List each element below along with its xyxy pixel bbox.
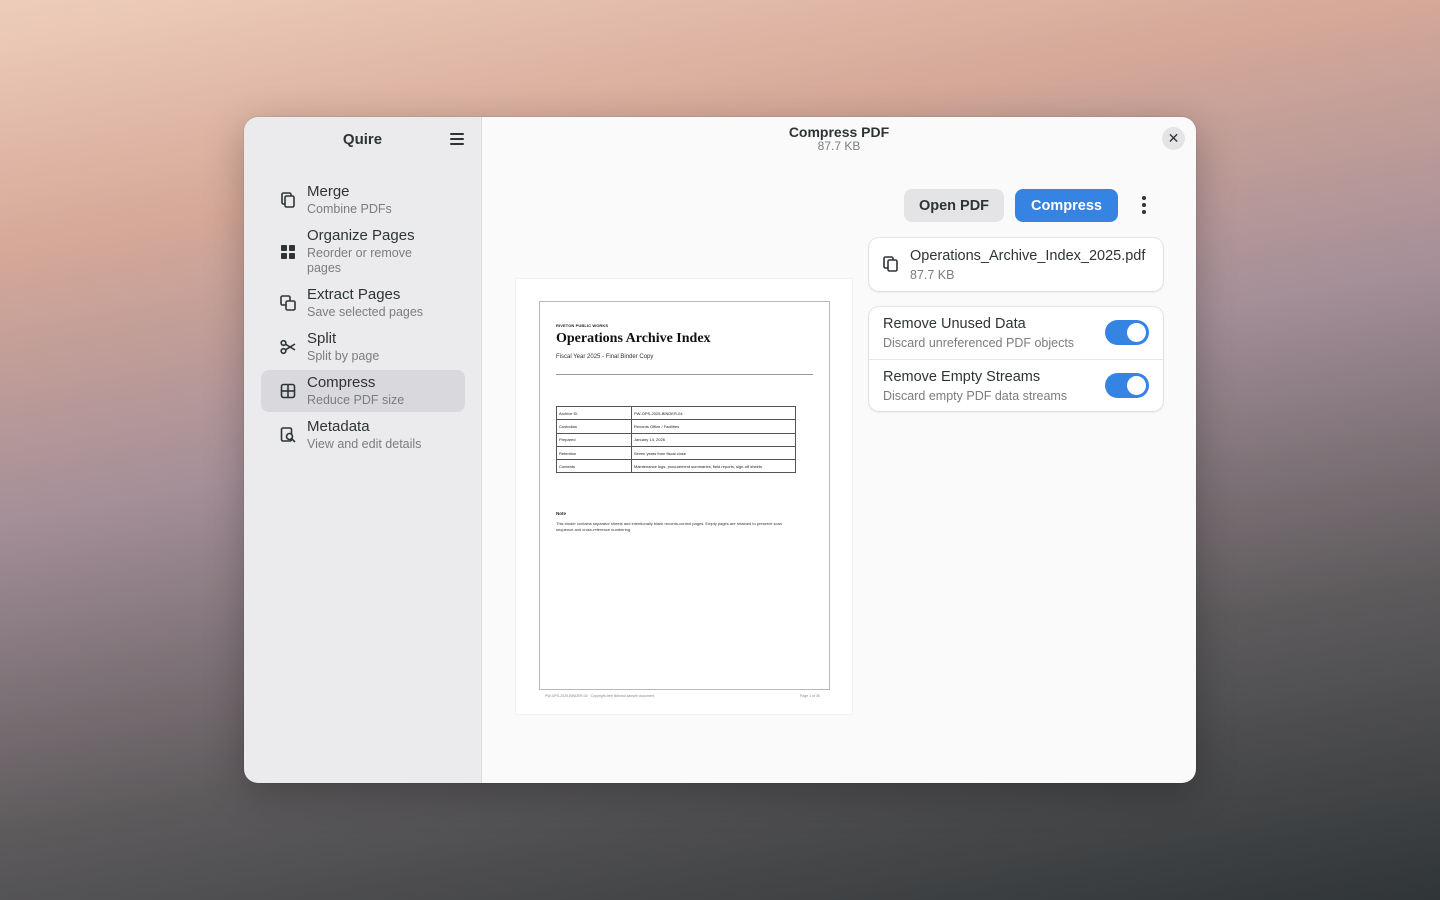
- sidebar-item-subtitle: Combine PDFs: [307, 202, 392, 216]
- options-card: Remove Unused Data Discard unreferenced …: [869, 307, 1163, 411]
- main-content: Compress PDF 87.7 KB ✕ RIVETON PUBLIC WO…: [482, 117, 1196, 783]
- sidebar-item-merge[interactable]: Merge Combine PDFs: [261, 179, 465, 221]
- sidebar-item-compress[interactable]: Compress Reduce PDF size: [261, 370, 465, 412]
- sidebar: Quire Merge Combine PDFs Organize Pages …: [244, 117, 482, 783]
- grid-icon: [281, 244, 295, 259]
- more-options-icon[interactable]: [1132, 193, 1156, 217]
- file-size: 87.7 KB: [910, 268, 955, 282]
- doc-divider: [556, 374, 813, 375]
- doc-title: Operations Archive Index: [556, 331, 711, 346]
- option-title: Remove Empty Streams: [883, 369, 1041, 385]
- toggle-knob: [1127, 323, 1146, 342]
- sidebar-item-title: Extract Pages: [307, 286, 401, 303]
- remove-unused-data-toggle[interactable]: [1105, 320, 1149, 345]
- close-button[interactable]: ✕: [1162, 127, 1185, 150]
- page-title: Compress PDF: [788, 124, 890, 140]
- sidebar-item-extract-pages[interactable]: Extract Pages Save selected pages: [261, 282, 465, 324]
- sidebar-item-subtitle: Split by page: [307, 349, 380, 363]
- extract-icon: [280, 295, 296, 311]
- pdf-preview: RIVETON PUBLIC WORKS Operations Archive …: [516, 279, 852, 714]
- page-subtitle: 87.7 KB: [817, 139, 861, 153]
- remove-empty-streams-toggle[interactable]: [1105, 373, 1149, 398]
- table-row: Contents Maintenance logs, procurement su…: [556, 459, 796, 474]
- merge-icon: [281, 192, 295, 208]
- table-row: Archive ID PW-OPS-2025-BINDER-04: [556, 405, 796, 421]
- table-value: Maintenance logs, procurement summaries,…: [631, 459, 796, 474]
- option-title: Remove Unused Data: [883, 316, 1026, 332]
- option-remove-unused-data: Remove Unused Data Discard unreferenced …: [869, 307, 1163, 359]
- sidebar-item-title: Organize Pages: [307, 227, 415, 244]
- table-key: Prepared: [556, 432, 632, 447]
- option-subtitle: Discard unreferenced PDF objects: [883, 336, 1075, 350]
- sidebar-item-title: Merge: [307, 183, 350, 200]
- table-key: Retention: [556, 445, 632, 461]
- option-subtitle: Discard empty PDF data streams: [883, 389, 1068, 403]
- app-window: Quire Merge Combine PDFs Organize Pages …: [244, 117, 1196, 783]
- sidebar-header: Quire: [244, 117, 481, 161]
- doc-footer-left: PW-OPS-2025-BINDER-04 · Copyright-free f…: [545, 694, 655, 698]
- sidebar-nav: Merge Combine PDFs Organize Pages Reorde…: [261, 179, 465, 458]
- sidebar-item-subtitle: Save selected pages: [307, 305, 424, 319]
- main-menu-icon[interactable]: [447, 129, 467, 149]
- file-card: Operations_Archive_Index_2025.pdf 87.7 K…: [869, 238, 1163, 291]
- table-value: January 14, 2026: [631, 432, 796, 447]
- doc-subtitle: Fiscal Year 2025 - Final Binder Copy: [556, 354, 654, 360]
- doc-footer-right: Page 1 of 36: [800, 694, 820, 698]
- table-value: PW-OPS-2025-BINDER-04: [631, 405, 796, 421]
- table-key: Contents: [556, 459, 632, 474]
- sidebar-item-subtitle: View and edit details: [307, 437, 422, 451]
- table-value: Seven years from fiscal close: [631, 445, 796, 461]
- table-row: Retention Seven years from fiscal close: [556, 445, 796, 461]
- metadata-icon: [280, 427, 296, 443]
- option-remove-empty-streams: Remove Empty Streams Discard empty PDF d…: [869, 359, 1163, 411]
- sidebar-item-organize-pages[interactable]: Organize Pages Reorder or remove pages: [261, 223, 465, 280]
- table-row: Prepared January 14, 2026: [556, 432, 796, 447]
- sidebar-item-subtitle: Reorder or remove pages: [307, 246, 412, 275]
- doc-organization: RIVETON PUBLIC WORKS: [556, 323, 609, 328]
- document-icon: [883, 256, 898, 272]
- scissors-icon: [280, 339, 296, 355]
- open-pdf-button[interactable]: Open PDF: [904, 189, 1004, 222]
- close-icon: ✕: [1167, 130, 1180, 146]
- doc-note-heading: Note: [556, 511, 566, 516]
- compress-button[interactable]: Compress: [1015, 189, 1118, 222]
- sidebar-item-title: Metadata: [307, 418, 370, 435]
- sidebar-item-metadata[interactable]: Metadata View and edit details: [261, 414, 465, 456]
- sidebar-item-title: Compress: [307, 374, 376, 391]
- table-key: Archive ID: [556, 405, 632, 421]
- doc-note: This binder contains separator sheets an…: [556, 521, 782, 532]
- app-title: Quire: [342, 131, 383, 148]
- table-key: Custodian: [556, 419, 632, 434]
- table-row: Custodian Records Office / Facilities: [556, 419, 796, 434]
- compress-icon: [280, 383, 296, 399]
- table-value: Records Office / Facilities: [631, 419, 796, 434]
- doc-table: Archive ID PW-OPS-2025-BINDER-04 Custodia…: [556, 405, 796, 474]
- page-border: RIVETON PUBLIC WORKS Operations Archive …: [539, 301, 830, 690]
- sidebar-item-split[interactable]: Split Split by page: [261, 326, 465, 368]
- file-name: Operations_Archive_Index_2025.pdf: [910, 248, 1146, 264]
- toggle-knob: [1127, 376, 1146, 395]
- sidebar-item-title: Split: [307, 330, 337, 347]
- sidebar-item-subtitle: Reduce PDF size: [307, 393, 405, 407]
